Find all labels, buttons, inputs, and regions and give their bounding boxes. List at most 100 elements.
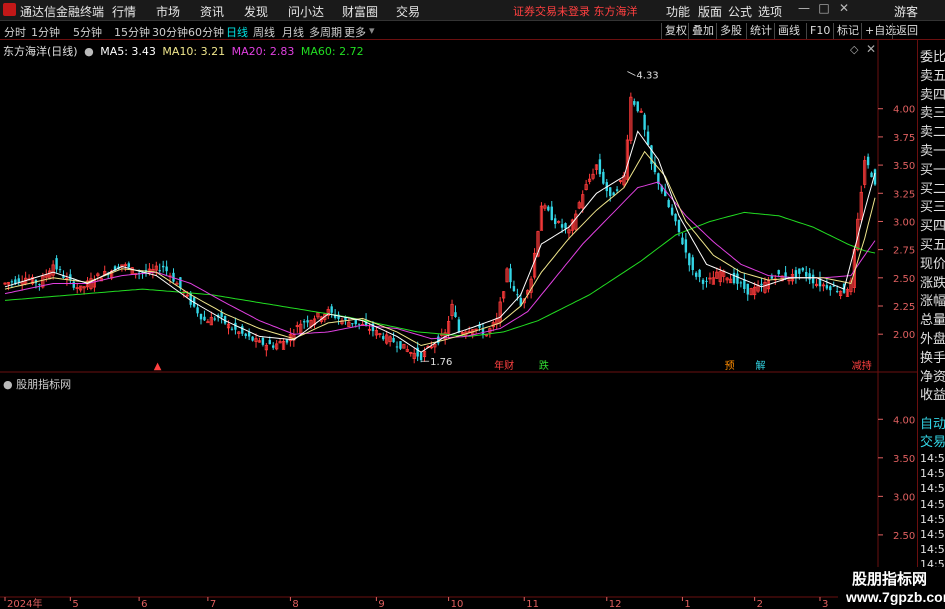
- time-axis-label: 7: [210, 599, 216, 609]
- menu-wealth-circle[interactable]: 财富圈: [342, 3, 378, 20]
- watermark-url: www.7gpzb.com: [846, 589, 945, 605]
- tool-adjust[interactable]: 复权: [661, 23, 687, 39]
- event-marker[interactable]: 预: [725, 360, 735, 372]
- restore-icon[interactable]: □: [816, 1, 832, 19]
- chart-header: 东方海洋(日线) ● MA5: 3.43 MA10: 3.21 MA20: 2.…: [3, 43, 367, 59]
- candle-body: [196, 307, 199, 314]
- menu-discover[interactable]: 发现: [244, 3, 268, 20]
- candle-body: [354, 319, 357, 325]
- menu-trade[interactable]: 交易: [396, 3, 420, 20]
- tool-back[interactable]: 返回: [892, 23, 918, 39]
- indicator-circle-icon[interactable]: ●: [3, 378, 13, 391]
- candle-body: [72, 281, 75, 288]
- period-weekly[interactable]: 周线: [253, 24, 275, 40]
- time-axis-label: 2: [757, 599, 763, 609]
- candle-body: [306, 320, 309, 323]
- app-title: 通达信金融终端: [20, 5, 105, 19]
- close-icon[interactable]: ✕: [836, 1, 852, 19]
- candle-body: [203, 316, 206, 321]
- candle-body: [241, 326, 244, 334]
- side-label-sell-1: 卖一: [920, 144, 945, 159]
- price-tick-label: 2.50: [893, 274, 915, 285]
- candle-body: [636, 101, 639, 112]
- event-marker[interactable]: 跌: [539, 359, 549, 372]
- period-60min[interactable]: 60分钟: [188, 24, 224, 40]
- tool-overlay[interactable]: 叠加: [688, 23, 714, 39]
- tool-multi-stock[interactable]: 多股: [716, 23, 742, 39]
- candle-body: [691, 257, 694, 270]
- minimize-icon[interactable]: —: [796, 1, 812, 19]
- candle-body: [598, 159, 602, 175]
- candle-body: [175, 282, 179, 285]
- period-5min[interactable]: 5分钟: [73, 24, 102, 40]
- candle-body: [602, 171, 605, 184]
- candle-body: [681, 237, 684, 245]
- event-marker[interactable]: 减持: [852, 359, 872, 372]
- candle-body: [805, 272, 808, 277]
- tool-draw[interactable]: 画线: [774, 23, 800, 39]
- side-label-trade[interactable]: 交易: [920, 431, 945, 450]
- candle-body: [10, 281, 14, 283]
- ma5-value: MA5: 3.43: [100, 45, 156, 58]
- tool-mark[interactable]: 标记: [833, 23, 859, 39]
- candle-body: [801, 268, 804, 271]
- candle-body: [272, 345, 275, 348]
- tool-add-watchlist[interactable]: +自选: [861, 23, 896, 39]
- event-marker[interactable]: ▲: [154, 361, 162, 372]
- menu-news[interactable]: 资讯: [200, 3, 224, 20]
- side-label-volume: 总量: [920, 313, 945, 329]
- candle-body: [38, 284, 41, 286]
- candle-body: [351, 323, 354, 325]
- menu-functions[interactable]: 功能: [666, 3, 690, 20]
- kline-chart[interactable]: 2.00 2.25 2.50 2.75 3.00 3.25 3.50 3.75 4.00 4.00…: [0, 40, 917, 609]
- period-daily[interactable]: 日线: [226, 24, 248, 40]
- candle-body: [392, 338, 395, 343]
- candle-body: [199, 313, 203, 320]
- candle-body: [701, 279, 705, 284]
- time-axis-label: 5: [72, 599, 78, 609]
- candle-body: [615, 189, 619, 191]
- menu-layout[interactable]: 版面: [698, 3, 722, 20]
- time-axis-label: 11: [526, 599, 539, 609]
- period-15min[interactable]: 15分钟: [114, 24, 150, 40]
- menu-options[interactable]: 选项: [758, 3, 782, 20]
- more-arrow-icon[interactable]: ▾: [369, 24, 375, 37]
- menu-ask-xiaoda[interactable]: 问小达: [288, 3, 324, 20]
- candle-body: [261, 337, 265, 345]
- tool-statistics[interactable]: 统计: [746, 23, 772, 39]
- period-1min[interactable]: 1分钟: [31, 24, 60, 40]
- time-axis-label: 1: [684, 599, 690, 609]
- side-label-auto[interactable]: 自动: [920, 413, 945, 432]
- ma20-value: MA20: 2.83: [231, 45, 295, 58]
- event-marker[interactable]: 解: [756, 359, 766, 372]
- close-pane-icon[interactable]: ✕: [866, 42, 876, 56]
- price-tick-label: 3.25: [893, 189, 915, 200]
- tool-f10[interactable]: F10: [806, 23, 830, 39]
- settings-circle-icon[interactable]: ●: [84, 45, 94, 58]
- period-monthly[interactable]: 月线: [282, 24, 304, 40]
- candle-body: [825, 285, 829, 289]
- price-tick-label: 2.75: [893, 246, 915, 257]
- menu-quotes[interactable]: 行情: [112, 3, 136, 20]
- diamond-icon[interactable]: ◇: [850, 43, 858, 56]
- side-label-sell-3: 卖三: [920, 106, 945, 122]
- user-guest[interactable]: 游客: [894, 3, 918, 20]
- candle-body: [646, 131, 650, 145]
- login-status[interactable]: 证券交易未登录 东方海洋: [513, 3, 638, 19]
- side-label-turnover: 换手: [920, 350, 945, 366]
- event-marker[interactable]: 年财: [494, 359, 514, 372]
- trade-time: 14:56: [920, 452, 945, 465]
- trade-time: 14:56: [920, 528, 945, 541]
- menu-formula[interactable]: 公式: [728, 3, 752, 20]
- menu-market[interactable]: 市场: [156, 3, 180, 20]
- period-more[interactable]: 更多: [344, 24, 366, 40]
- side-label-buy-1: 买一: [920, 162, 945, 178]
- side-label-buy-2: 买二: [920, 181, 945, 197]
- period-30min[interactable]: 30分钟: [152, 24, 188, 40]
- ma5-line: [4, 130, 876, 353]
- side-label-outer-volume: 外盘: [920, 332, 945, 347]
- trade-time: 14:56: [920, 467, 945, 481]
- candle-body: [674, 213, 677, 222]
- period-timeshare[interactable]: 分时: [4, 24, 26, 40]
- period-multi[interactable]: 多周期: [309, 24, 342, 40]
